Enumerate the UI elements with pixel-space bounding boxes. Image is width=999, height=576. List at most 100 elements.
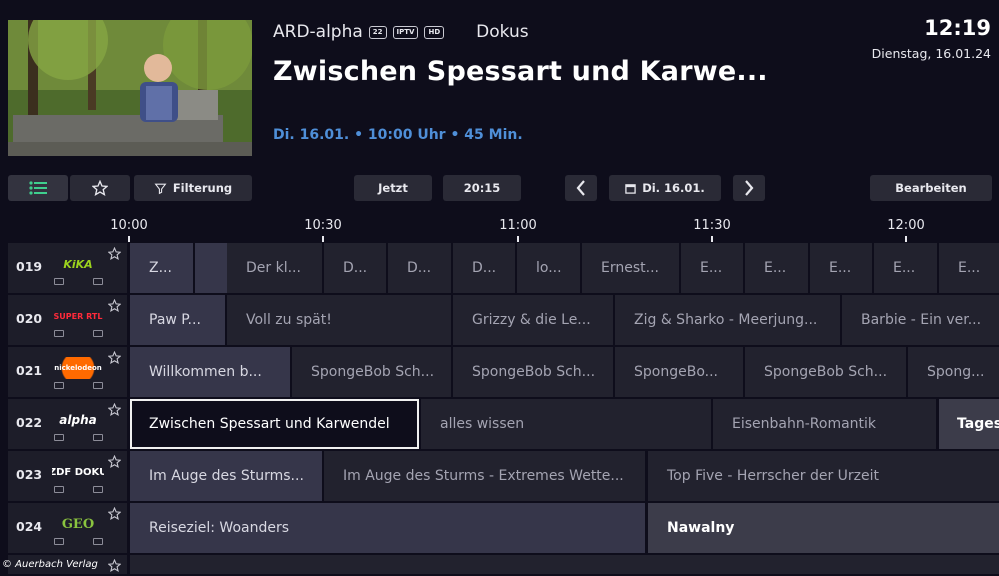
time-tick <box>322 236 324 242</box>
program-cell[interactable]: D... <box>453 243 515 293</box>
star-icon[interactable] <box>107 297 122 316</box>
time-label-1000: 10:00 <box>110 218 148 233</box>
program-cell[interactable]: Im Auge des Sturms... <box>130 451 322 501</box>
program-cell[interactable]: Top Five - Herrscher der Urzeit <box>648 451 999 501</box>
date-picker-button[interactable]: Di. 16.01. <box>609 175 721 201</box>
program-cell[interactable]: E... <box>874 243 937 293</box>
primetime-button[interactable]: 20:15 <box>443 175 521 201</box>
time-tick <box>128 236 130 242</box>
edit-button[interactable]: Bearbeiten <box>870 175 992 201</box>
channel-header[interactable]: 024 GEO <box>8 503 127 553</box>
time-tick <box>711 236 713 242</box>
channel-row-partial <box>8 555 999 574</box>
program-cell[interactable]: SpongeBob Sch... <box>745 347 906 397</box>
copyright-watermark: © Auerbach Verlag <box>2 559 98 570</box>
program-cell[interactable]: Voll zu spät! <box>227 295 451 345</box>
program-cell[interactable]: Im Auge des Sturms - Extremes Wette... <box>324 451 645 501</box>
next-day-button[interactable] <box>733 175 765 201</box>
star-icon[interactable] <box>107 401 122 420</box>
program-airtime: Di. 16.01. • 10:00 Uhr • 45 Min. <box>273 127 523 143</box>
channel-header[interactable]: 020 SUPER RTL <box>8 295 127 345</box>
star-icon <box>92 180 108 196</box>
hd-badge: HD <box>424 25 445 39</box>
channel-number: 024 <box>16 519 43 534</box>
channel-row-021: 021 nickelodeon Willkommen b... SpongeBo… <box>8 347 999 397</box>
channel-row-019: 019 KiKA Z... Der kl... D... D... D... l… <box>8 243 999 293</box>
channel-number: 022 <box>16 415 43 430</box>
channel-feature-icon <box>93 278 103 285</box>
program-cell[interactable]: Paw P... <box>130 295 225 345</box>
channel-feature-icon <box>54 538 64 545</box>
star-icon[interactable] <box>107 557 122 576</box>
list-view-button[interactable] <box>8 175 68 201</box>
program-cell[interactable]: Reiseziel: Woanders <box>130 503 645 553</box>
star-icon[interactable] <box>107 453 122 472</box>
program-cell[interactable]: Willkommen b... <box>130 347 290 397</box>
star-icon[interactable] <box>107 245 122 264</box>
nickelodeon-logo: nickelodeon <box>52 357 104 379</box>
program-cell[interactable]: lo... <box>517 243 580 293</box>
channel-feature-icon <box>93 434 103 441</box>
program-cell[interactable]: Nawalny <box>648 503 999 553</box>
channel-number: 023 <box>16 467 43 482</box>
program-cell[interactable]: E... <box>681 243 743 293</box>
filter-icon <box>154 182 167 195</box>
channel-header[interactable]: 021 nickelodeon <box>8 347 127 397</box>
chevron-right-icon <box>744 180 754 196</box>
program-cell[interactable]: Barbie - Ein ver... <box>842 295 999 345</box>
channel-row-023: 023 ZDF DOKU Im Auge des Sturms... Im Au… <box>8 451 999 501</box>
ard-alpha-logo: alpha <box>59 413 97 427</box>
program-cell[interactable] <box>130 555 999 574</box>
channel-header[interactable]: 019 KiKA <box>8 243 127 293</box>
channel-feature-icon <box>93 486 103 493</box>
program-cell[interactable]: E... <box>745 243 808 293</box>
channel-feature-icon <box>54 382 64 389</box>
super-rtl-logo: SUPER RTL <box>53 311 103 321</box>
program-cell[interactable]: Grizzy & die Le... <box>453 295 613 345</box>
program-cell[interactable]: SpongeBob Sch... <box>453 347 613 397</box>
star-icon[interactable] <box>107 349 122 368</box>
time-label-1200: 12:00 <box>887 218 925 233</box>
star-icon[interactable] <box>107 505 122 524</box>
channel-header[interactable]: 022 alpha <box>8 399 127 449</box>
program-cell[interactable]: Zig & Sharko - Meerjung... <box>615 295 840 345</box>
time-tick <box>905 236 907 242</box>
channel-row-024: 024 GEO Reiseziel: Woanders Nawalny <box>8 503 999 553</box>
channel-row-022: 022 alpha Zwischen Spessart und Karwende… <box>8 399 999 449</box>
program-cell[interactable]: Tages <box>939 399 999 449</box>
channel-header[interactable]: 023 ZDF DOKU <box>8 451 127 501</box>
program-cell[interactable]: D... <box>388 243 451 293</box>
iptv-badge: IPTV <box>392 25 419 39</box>
selected-program-cell[interactable]: Zwischen Spessart und Karwendel <box>130 399 419 449</box>
program-cell[interactable]: D... <box>324 243 386 293</box>
calendar-icon <box>625 183 636 194</box>
program-cell[interactable]: Eisenbahn-Romantik <box>713 399 936 449</box>
favorites-button[interactable] <box>70 175 130 201</box>
channel-feature-icon <box>54 330 64 337</box>
program-cell[interactable]: Spong... <box>908 347 999 397</box>
program-cell[interactable]: SpongeBo... <box>615 347 743 397</box>
now-button[interactable]: Jetzt <box>354 175 432 201</box>
channel-feature-icon <box>54 434 64 441</box>
program-preview-image <box>8 20 252 156</box>
filter-button[interactable]: Filterung <box>134 175 252 201</box>
chevron-left-icon <box>576 180 586 196</box>
channel-number: 019 <box>16 259 43 274</box>
program-cell[interactable]: SpongeBob Sch... <box>292 347 451 397</box>
program-cell[interactable]: E... <box>810 243 872 293</box>
zdf-doku-logo: ZDF DOKU <box>52 466 104 478</box>
program-cell[interactable]: E... <box>939 243 999 293</box>
program-cell[interactable]: Der kl... <box>227 243 322 293</box>
channel-row-020: 020 SUPER RTL Paw P... Voll zu spät! Gri… <box>8 295 999 345</box>
date-picker-label: Di. 16.01. <box>642 181 705 195</box>
channel-feature-icon <box>93 330 103 337</box>
program-cell[interactable]: Ernest... <box>582 243 679 293</box>
program-cell[interactable] <box>195 243 214 293</box>
program-cell[interactable]: alles wissen <box>421 399 711 449</box>
geo-logo: GEO <box>61 516 95 532</box>
channel-number-badge: 22 <box>368 25 387 39</box>
previous-day-button[interactable] <box>565 175 597 201</box>
channel-feature-icon <box>54 278 64 285</box>
time-label-1030: 10:30 <box>304 218 342 233</box>
program-cell[interactable]: Z... <box>130 243 193 293</box>
